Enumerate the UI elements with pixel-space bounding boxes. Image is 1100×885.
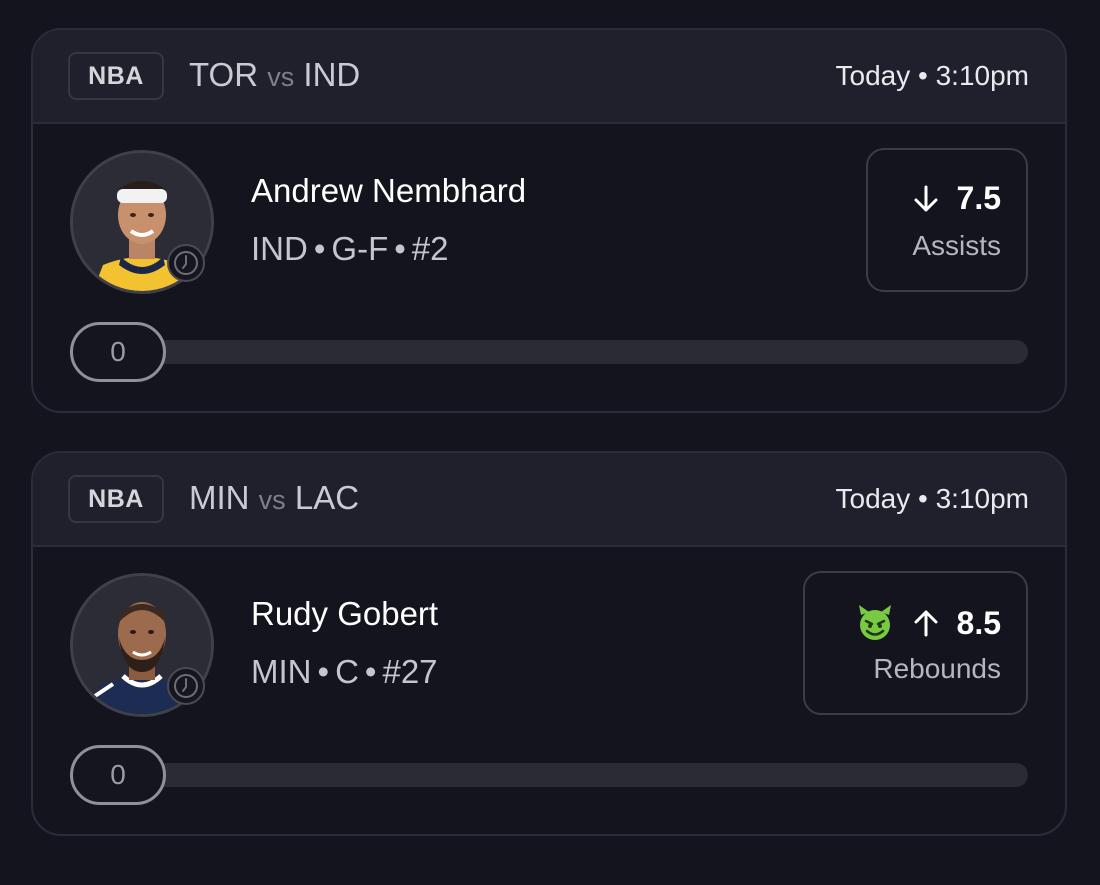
player-number: #27 xyxy=(382,653,438,690)
prop-line-value: 7.5 xyxy=(956,180,1001,216)
team-home: LAC xyxy=(294,479,360,516)
vs-label: vs xyxy=(258,485,286,515)
league-badge: NBA xyxy=(68,475,164,523)
player-meta: MIN • C • #27 xyxy=(251,653,438,691)
card-header: NBA MIN vs LAC Today • 3:10pm xyxy=(33,453,1065,547)
player-position: C xyxy=(335,653,359,690)
matchup: MIN vs LAC xyxy=(189,479,359,517)
card-header: NBA TOR vs IND Today • 3:10pm xyxy=(33,30,1065,124)
player-meta: IND • G-F • #2 xyxy=(251,230,449,268)
player-name: Rudy Gobert xyxy=(251,595,439,632)
progress-current-value: 0 xyxy=(70,322,166,382)
league-badge: NBA xyxy=(68,52,164,100)
matchup: TOR vs IND xyxy=(189,56,360,94)
prop-line-row: 7.5 xyxy=(911,180,1001,217)
separator-dot: • xyxy=(317,653,330,690)
clock-icon xyxy=(167,667,205,705)
separator-dot: • xyxy=(313,230,326,267)
game-time: Today • 3:10pm xyxy=(835,483,1029,514)
prop-stat-label: Rebounds xyxy=(873,653,1001,684)
team-away: MIN xyxy=(189,479,250,516)
player-name: Andrew Nembhard xyxy=(251,172,527,209)
prop-stat-label: Assists xyxy=(912,230,1001,261)
team-home: IND xyxy=(303,56,361,93)
prop-line-value: 8.5 xyxy=(956,604,1001,641)
progress-current-value: 0 xyxy=(70,745,166,805)
game-time: Today • 3:10pm xyxy=(835,60,1029,91)
pick-card[interactable]: NBA MIN vs LAC Today • 3:10pm Rudy Gober… xyxy=(31,451,1067,836)
prop-line-box[interactable]: 7.5 Assists xyxy=(866,148,1028,292)
smiling-devil-icon xyxy=(858,605,891,640)
player-position: G-F xyxy=(331,230,389,267)
player-number: #2 xyxy=(411,230,449,267)
prop-line-row: 8.5 xyxy=(855,603,1001,643)
player-team: IND xyxy=(251,230,308,267)
arrow-up-icon xyxy=(914,610,938,637)
player-team: MIN xyxy=(251,653,312,690)
separator-dot: • xyxy=(364,653,377,690)
separator-dot: • xyxy=(394,230,406,267)
vs-label: vs xyxy=(267,62,295,92)
clock-icon xyxy=(167,244,205,282)
team-away: TOR xyxy=(189,56,259,93)
arrow-down-icon xyxy=(914,185,938,211)
pick-card[interactable]: NBA TOR vs IND Today • 3:10pm Andrew Nem… xyxy=(31,28,1067,413)
progress-track xyxy=(70,763,1028,787)
prop-line-box[interactable]: 8.5 Rebounds xyxy=(803,571,1028,715)
progress-track xyxy=(70,340,1028,364)
